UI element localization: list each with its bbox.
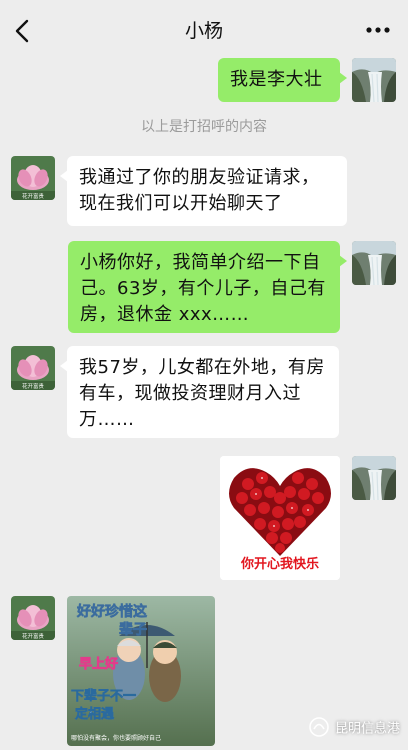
lotus-avatar-image: 花开富贵: [11, 156, 55, 200]
waterfall-avatar-image: [352, 456, 396, 500]
site-watermark: 昆明信息港: [308, 716, 400, 738]
message-bubble-mine[interactable]: 我是李大壮: [218, 58, 347, 102]
chat-title: 小杨: [184, 20, 223, 42]
chat-header: 小杨: [0, 0, 408, 60]
card-line-4: 下辈子不一: [71, 688, 136, 704]
avatar-caption: 花开富贵: [22, 632, 45, 640]
avatar-caption: 花开富贵: [22, 382, 45, 390]
system-message: 以上是打招呼的内容: [141, 119, 267, 135]
card-footer: 哪怕没有聚会，你也要照顾好自己: [71, 734, 161, 742]
lotus-avatar-image: 花开富贵: [11, 596, 55, 640]
card-line-1: 好好珍惜这: [76, 603, 147, 620]
watermark-logo-icon: [309, 717, 329, 737]
waterfall-avatar-image: [352, 58, 396, 102]
my-avatar[interactable]: [352, 456, 396, 500]
message-bubble-contact[interactable]: 我57岁，儿女都在外地，有房有车，现做投资理财月入过万……: [60, 346, 339, 438]
message-bubble-mine[interactable]: 小杨你好，我简单介绍一下自己。63岁，有个儿子，自己有房，退休金 xxx……: [68, 241, 347, 333]
card-line-5: 定相遇: [74, 706, 114, 722]
contact-avatar[interactable]: 花开富贵: [11, 596, 55, 640]
my-avatar[interactable]: [352, 241, 396, 285]
elderly-couple-greeting-image: 好好珍惜这 辈子 早上好 下辈子不一 定相遇 哪怕没有聚会，你也要照顾好自己: [67, 596, 215, 746]
watermark-text: 昆明信息港: [334, 721, 400, 737]
card-line-2: 辈子: [119, 621, 147, 638]
more-dots-icon[interactable]: [364, 20, 392, 40]
greeting-card-image-message[interactable]: 好好珍惜这 辈子 早上好 下辈子不一 定相遇 哪怕没有聚会，你也要照顾好自己: [67, 596, 215, 746]
avatar-caption: 花开富贵: [22, 192, 45, 200]
rose-heart-image: 你开心我快乐: [220, 456, 340, 580]
contact-avatar[interactable]: 花开富贵: [11, 346, 55, 390]
my-avatar[interactable]: [352, 58, 396, 102]
message-bubble-contact[interactable]: 我通过了你的朋友验证请求，现在我们可以开始聊天了: [60, 156, 347, 226]
card-line-3: 早上好: [79, 656, 118, 672]
contact-avatar[interactable]: 花开富贵: [11, 156, 55, 200]
heart-roses-image-message[interactable]: 你开心我快乐: [220, 456, 340, 580]
waterfall-avatar-image: [352, 241, 396, 285]
lotus-avatar-image: 花开富贵: [11, 346, 55, 390]
image-caption: 你开心我快乐: [240, 556, 319, 572]
